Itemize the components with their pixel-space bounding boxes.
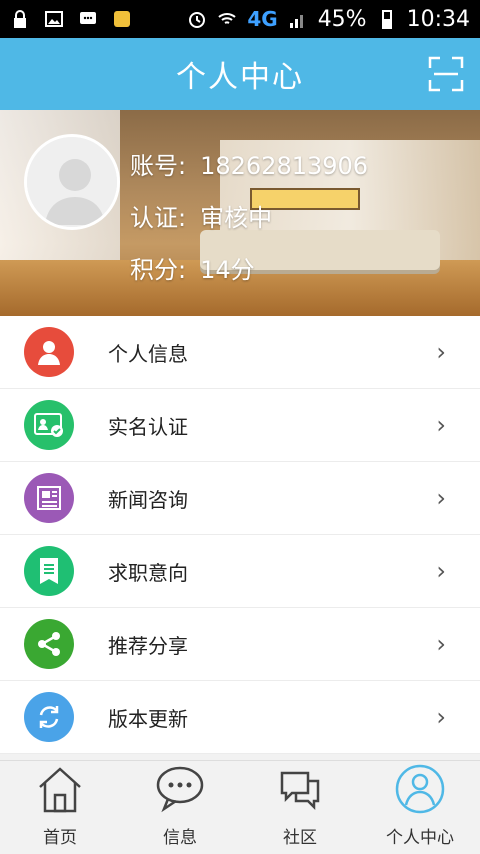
verify-value: 审核中	[200, 204, 273, 232]
chevron-right-icon: ›	[436, 703, 446, 731]
tab-label: 个人中心	[386, 828, 454, 848]
menu-item-label: 推荐分享	[108, 633, 188, 658]
menu-item-label: 求职意向	[108, 560, 188, 585]
menu-item-label: 个人信息	[108, 341, 188, 366]
signal-icon	[289, 15, 303, 28]
avatar[interactable]	[24, 134, 120, 230]
tab-label: 首页	[43, 828, 77, 848]
network-type: 4G	[247, 7, 278, 31]
person-icon	[24, 327, 74, 377]
image-icon	[45, 11, 63, 27]
chevron-right-icon: ›	[436, 411, 446, 439]
id-card-icon	[24, 400, 74, 450]
menu-item-label: 版本更新	[108, 706, 188, 731]
points-value: 14分	[200, 256, 255, 284]
header-bar: 个人中心	[0, 38, 480, 110]
bottom-tab-bar: 首页 信息 社区 个人中心	[0, 760, 480, 854]
list-icon	[24, 546, 74, 596]
account-label: 账号:	[130, 152, 187, 180]
points-label: 积分:	[130, 256, 187, 284]
menu-item-version-update[interactable]: 版本更新 ›	[0, 681, 480, 754]
tab-label: 信息	[163, 828, 197, 848]
share-icon	[24, 619, 74, 669]
menu-item-share[interactable]: 推荐分享 ›	[0, 608, 480, 681]
profile-banner: 账号: 18262813906 认证: 审核中 积分: 14分	[0, 110, 480, 316]
news-icon	[24, 473, 74, 523]
home-icon	[39, 767, 81, 813]
menu-item-personal-info[interactable]: 个人信息 ›	[0, 316, 480, 389]
tab-label: 社区	[283, 828, 317, 848]
verify-label: 认证:	[130, 204, 187, 232]
battery-percent: 45%	[317, 6, 367, 32]
menu-item-label: 新闻咨询	[108, 487, 188, 512]
community-icon	[280, 771, 320, 811]
menu-list: 个人信息 › 实名认证 › 新闻咨询 › 求职意向 › 推荐分享 › 版本更新 …	[0, 316, 480, 754]
tab-home[interactable]: 首页	[0, 761, 120, 854]
status-bar: 4G 45% 10:34	[0, 0, 480, 38]
message-icon	[80, 12, 96, 24]
menu-item-job-intention[interactable]: 求职意向 ›	[0, 535, 480, 608]
page-title: 个人中心	[176, 60, 304, 95]
menu-item-real-name-verification[interactable]: 实名认证 ›	[0, 389, 480, 462]
chevron-right-icon: ›	[436, 338, 446, 366]
profile-info: 账号: 18262813906 认证: 审核中 积分: 14分	[130, 140, 368, 296]
refresh-icon	[24, 692, 74, 742]
menu-item-label: 实名认证	[108, 414, 188, 439]
chat-bubble-icon	[156, 766, 204, 813]
clock: 10:34	[406, 6, 470, 32]
profile-icon	[395, 764, 445, 814]
lock-icon	[14, 10, 26, 28]
tab-community[interactable]: 社区	[240, 761, 360, 854]
tab-profile[interactable]: 个人中心	[360, 761, 480, 854]
menu-item-news[interactable]: 新闻咨询 ›	[0, 462, 480, 535]
battery-icon	[381, 10, 392, 29]
scan-icon[interactable]	[428, 56, 464, 92]
chevron-right-icon: ›	[436, 484, 446, 512]
chevron-right-icon: ›	[436, 630, 446, 658]
wifi-icon	[218, 13, 237, 24]
alarm-icon	[189, 12, 206, 28]
chevron-right-icon: ›	[436, 557, 446, 585]
tab-messages[interactable]: 信息	[120, 761, 240, 854]
account-value: 18262813906	[200, 152, 369, 180]
app-notification-icon	[114, 11, 130, 27]
